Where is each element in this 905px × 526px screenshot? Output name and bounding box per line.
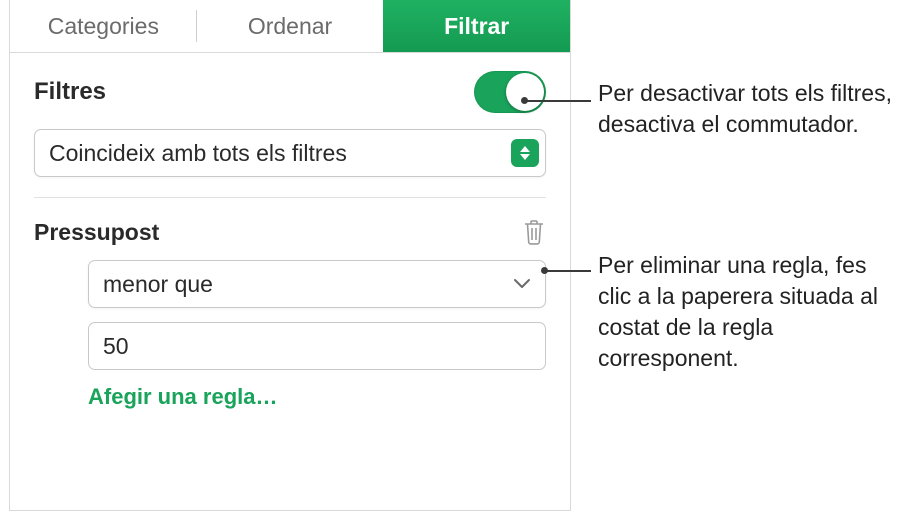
match-row: Coincideix amb tots els filtres [10, 123, 570, 197]
rule-header: Pressupost [10, 198, 570, 252]
toggle-knob [506, 73, 544, 111]
tab-sort[interactable]: Ordenar [197, 0, 384, 52]
filter-panel: Categories Ordenar Filtrar Filtres Coinc… [10, 0, 570, 510]
dual-caret-icon [511, 139, 539, 167]
tab-label: Categories [48, 13, 159, 40]
operator-dropdown[interactable]: menor que [88, 260, 546, 308]
rule-body: menor que 50 Afegir una regla… [10, 252, 570, 410]
trash-icon [522, 218, 546, 246]
callout-trash: Per eliminar una regla, fes clic a la pa… [598, 250, 898, 374]
filters-toggle[interactable] [474, 71, 546, 113]
add-rule-link[interactable]: Afegir una regla… [88, 384, 277, 410]
tab-categories[interactable]: Categories [10, 0, 197, 52]
filters-title: Filtres [34, 78, 106, 106]
match-mode-dropdown[interactable]: Coincideix amb tots els filtres [34, 129, 546, 177]
operator-label: menor que [103, 271, 213, 298]
value-input[interactable]: 50 [88, 322, 546, 370]
chevron-down-icon [513, 278, 531, 290]
value-text: 50 [103, 333, 129, 360]
callout-toggle: Per desactivar tots els filtres, desacti… [598, 78, 898, 140]
rule-column-label: Pressupost [34, 219, 159, 246]
delete-rule-button[interactable] [522, 218, 546, 246]
tab-label: Filtrar [444, 13, 509, 40]
tab-label: Ordenar [248, 13, 332, 40]
tab-bar: Categories Ordenar Filtrar [10, 0, 570, 53]
filters-header: Filtres [10, 53, 570, 123]
tab-filter[interactable]: Filtrar [383, 0, 570, 52]
match-mode-label: Coincideix amb tots els filtres [49, 140, 347, 167]
